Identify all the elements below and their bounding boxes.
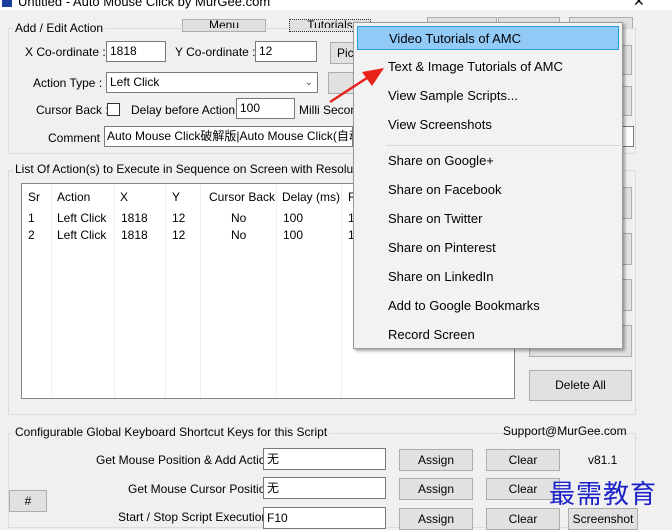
watermark: 最需教育 (549, 480, 658, 510)
menu-item-share-google[interactable]: Share on Google+ (357, 149, 619, 173)
cursor-back-label: Cursor Back : (36, 103, 109, 117)
delay-input[interactable]: 100 (236, 98, 295, 119)
actions-list-group-title: List Of Action(s) to Execute in Sequence… (13, 162, 398, 176)
menu-item-record-screen[interactable]: Record Screen (357, 323, 619, 347)
clear-button-start-stop[interactable]: Clear (486, 508, 560, 530)
cursor-back-checkbox[interactable] (107, 103, 120, 116)
arrow-icon (329, 68, 384, 104)
column-header-x[interactable]: X (120, 190, 128, 204)
delay-label: Delay before Action : (131, 103, 242, 117)
column-header-cursor-back[interactable]: Cursor Back (209, 190, 275, 204)
x-coordinate-input[interactable]: 1818 (106, 41, 166, 62)
column-header-y[interactable]: Y (172, 190, 180, 204)
hash-button[interactable]: # (9, 490, 47, 512)
shortcut-input-cursor-position[interactable]: 无 (263, 477, 386, 499)
assign-button-add-action[interactable]: Assign (399, 449, 473, 471)
shortcut-input-start-stop[interactable]: F10 (263, 507, 386, 529)
title-bar: Untitled - Auto Mouse Click by MurGee.co… (0, 0, 672, 10)
action-type-value: Left Click (110, 75, 160, 89)
menu-item-video-tutorials[interactable]: Video Tutorials of AMC (357, 26, 619, 50)
support-email[interactable]: Support@MurGee.com (503, 424, 627, 438)
menu-item-share-facebook[interactable]: Share on Facebook (357, 178, 619, 202)
shortcut-label-cursor-position: Get Mouse Cursor Position : (128, 482, 279, 496)
window-title: Untitled - Auto Mouse Click by MurGee.co… (18, 0, 271, 9)
clear-button-add-action[interactable]: Clear (486, 449, 560, 471)
comment-input[interactable]: Auto Mouse Click破解版|Auto Mouse Click(自动鼠… (104, 126, 353, 147)
delete-all-button[interactable]: Delete All (529, 370, 632, 401)
app-icon (2, 0, 12, 7)
column-header-sr[interactable]: Sr (28, 190, 40, 204)
shortcut-label-add-action: Get Mouse Position & Add Action : (96, 453, 279, 467)
menu-item-share-twitter[interactable]: Share on Twitter (357, 207, 619, 231)
y-coordinate-input[interactable]: 12 (255, 41, 317, 62)
action-type-select[interactable]: Left Click ⌄ (106, 72, 318, 93)
column-header-action[interactable]: Action (57, 190, 90, 204)
menu-item-share-pinterest[interactable]: Share on Pinterest (357, 236, 619, 260)
add-edit-group-title: Add / Edit Action (13, 21, 106, 35)
close-icon[interactable]: ✕ (633, 0, 645, 10)
version-label: v81.1 (588, 453, 618, 467)
x-coordinate-label: X Co-ordinate : (25, 45, 106, 59)
action-type-label: Action Type : (33, 76, 103, 90)
menu-item-screenshots[interactable]: View Screenshots (357, 113, 619, 137)
menu-separator (386, 145, 620, 146)
menu-item-text-image-tutorials[interactable]: Text & Image Tutorials of AMC (357, 55, 619, 79)
screenshot-button[interactable]: Screenshot (568, 508, 638, 530)
assign-button-cursor-position[interactable]: Assign (399, 478, 473, 500)
chevron-down-icon[interactable]: ⌄ (305, 73, 313, 92)
menu-item-google-bookmarks[interactable]: Add to Google Bookmarks (357, 294, 619, 318)
tutorials-menu: Video Tutorials of AMC Text & Image Tuto… (353, 22, 623, 349)
shortcuts-group-title: Configurable Global Keyboard Shortcut Ke… (13, 425, 330, 439)
menu-item-sample-scripts[interactable]: View Sample Scripts... (357, 84, 619, 108)
column-header-delay[interactable]: Delay (ms) (282, 190, 340, 204)
comment-label: Comment : (48, 131, 107, 145)
menu-item-share-linkedin[interactable]: Share on LinkedIn (357, 265, 619, 289)
y-coordinate-label: Y Co-ordinate : (175, 45, 256, 59)
comment-input-tail[interactable] (622, 126, 634, 147)
shortcut-input-add-action[interactable]: 无 (263, 448, 386, 470)
assign-button-start-stop[interactable]: Assign (399, 508, 473, 530)
